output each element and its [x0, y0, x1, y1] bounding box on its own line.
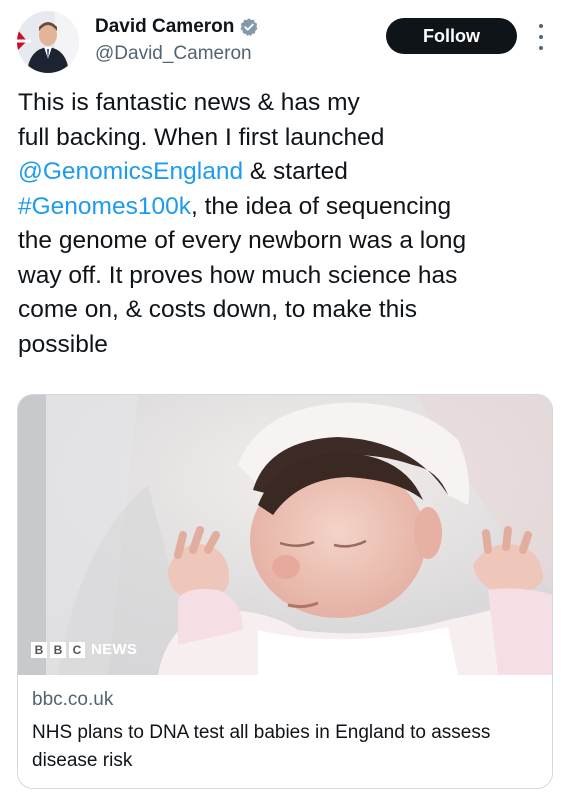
tweet-line: #Genomes100k, the idea of sequencing [18, 190, 558, 225]
bbc-logo-block: B [50, 641, 66, 658]
more-dot [539, 35, 543, 39]
tweet-line: full backing. When I first launched [18, 123, 385, 151]
hashtag-link[interactable]: #Genomes100k [18, 193, 191, 220]
card-meta[interactable]: bbc.co.uk NHS plans to DNA test all babi… [18, 675, 552, 788]
author-handle[interactable]: @David_Cameron [95, 43, 252, 65]
author-name[interactable]: David Cameron [95, 16, 259, 38]
more-dot [539, 46, 543, 50]
tweet-line: This is fantastic news & has my [18, 89, 360, 116]
tweet-line: @GenomicsEngland & started [18, 155, 558, 190]
tweet-line-rest: & started [243, 158, 348, 185]
mention-link[interactable]: @GenomicsEngland [18, 158, 243, 185]
tweet-line: possible [18, 330, 108, 358]
bbc-news-logo: B B C NEWS [31, 641, 137, 658]
bbc-logo-block: B [31, 641, 47, 658]
follow-button[interactable]: Follow [386, 18, 517, 54]
more-dot [539, 24, 543, 28]
bbc-logo-news: NEWS [91, 641, 138, 658]
tweet-line-rest: , the idea of sequencing [190, 192, 452, 220]
tweet-line: come on, & costs down, to make this [18, 296, 417, 323]
author-avatar[interactable] [17, 11, 79, 73]
author-display-name[interactable]: David Cameron [95, 16, 234, 38]
tweet-text: This is fantastic news & has my full bac… [18, 86, 558, 362]
avatar-photo [17, 11, 79, 73]
bbc-logo-block: C [69, 641, 85, 658]
more-vertical-icon[interactable] [534, 24, 548, 50]
card-domain: bbc.co.uk [32, 689, 114, 710]
link-preview-card[interactable]: B B C NEWS bbc.co.uk NHS plans to DNA te… [17, 394, 553, 789]
card-headline[interactable]: NHS plans to DNA test all babies in Engl… [32, 719, 542, 775]
tweet-line: the genome of every newborn was a long [18, 227, 467, 254]
verified-badge-icon [240, 18, 258, 36]
card-image-newborn[interactable] [18, 395, 553, 675]
tweet-line: way off. It proves how much science has [18, 261, 458, 289]
